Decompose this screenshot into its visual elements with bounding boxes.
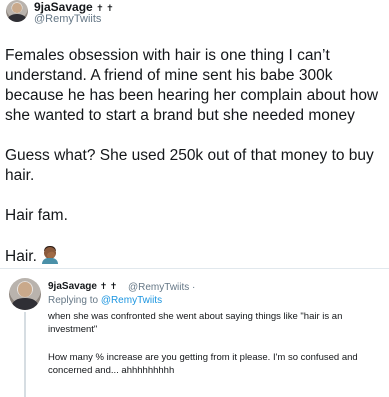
author-symbols: ✝ ✝ (96, 3, 114, 13)
replying-to-prefix: Replying to (48, 295, 99, 306)
reply-text-line: concerned and... ahhhhhhhhh (48, 365, 175, 376)
reply-author-name-text: 9jaSavage (48, 281, 97, 292)
reply-text-line: investment" (48, 324, 98, 335)
avatar-face (12, 3, 22, 14)
reply-author-avatar[interactable] (9, 278, 41, 310)
tweet-text-line: Hair. (5, 248, 37, 265)
reply-author-name[interactable]: 9jaSavage ✝ ✝ (48, 281, 117, 292)
author-handle[interactable]: @RemyTwiits (34, 13, 101, 25)
author-avatar[interactable] (6, 0, 28, 22)
tweet-text-line: because he has been hearing her complain… (5, 87, 379, 104)
tweet-text-line: understand. A friend of mine sent his ba… (5, 67, 333, 84)
facepalm-icon (41, 246, 59, 264)
tweet-text-line: hair. (5, 167, 35, 184)
avatar-body (8, 13, 26, 22)
tweet-text-line: Hair fam. (5, 207, 68, 224)
author-name-text: 9jaSavage (34, 0, 93, 14)
tweet-text-line: Guess what? She used 250k out of that mo… (5, 147, 374, 164)
reply-text-line: when she was confronted she went about s… (48, 311, 343, 322)
avatar-body (12, 297, 38, 310)
reply-author-handle[interactable]: @RemyTwiits · (128, 282, 195, 293)
replying-to-handle-link[interactable]: @RemyTwiits (101, 295, 162, 306)
thread-connector-line (24, 312, 26, 397)
avatar-face (18, 282, 32, 298)
replying-to: Replying to @RemyTwiits (48, 295, 162, 306)
tweet-divider (0, 268, 389, 269)
author-name[interactable]: 9jaSavage ✝ ✝ (34, 0, 114, 14)
tweet-text-last-line: Hair. (5, 246, 389, 266)
reply-text-line: How many % increase are you getting from… (48, 352, 358, 363)
reply-author-symbols: ✝ ✝ (99, 281, 118, 291)
tweet-text-line: she wanted to start a brand but she need… (5, 107, 355, 124)
tweet-text-line: Females obsession with hair is one thing… (5, 47, 330, 64)
